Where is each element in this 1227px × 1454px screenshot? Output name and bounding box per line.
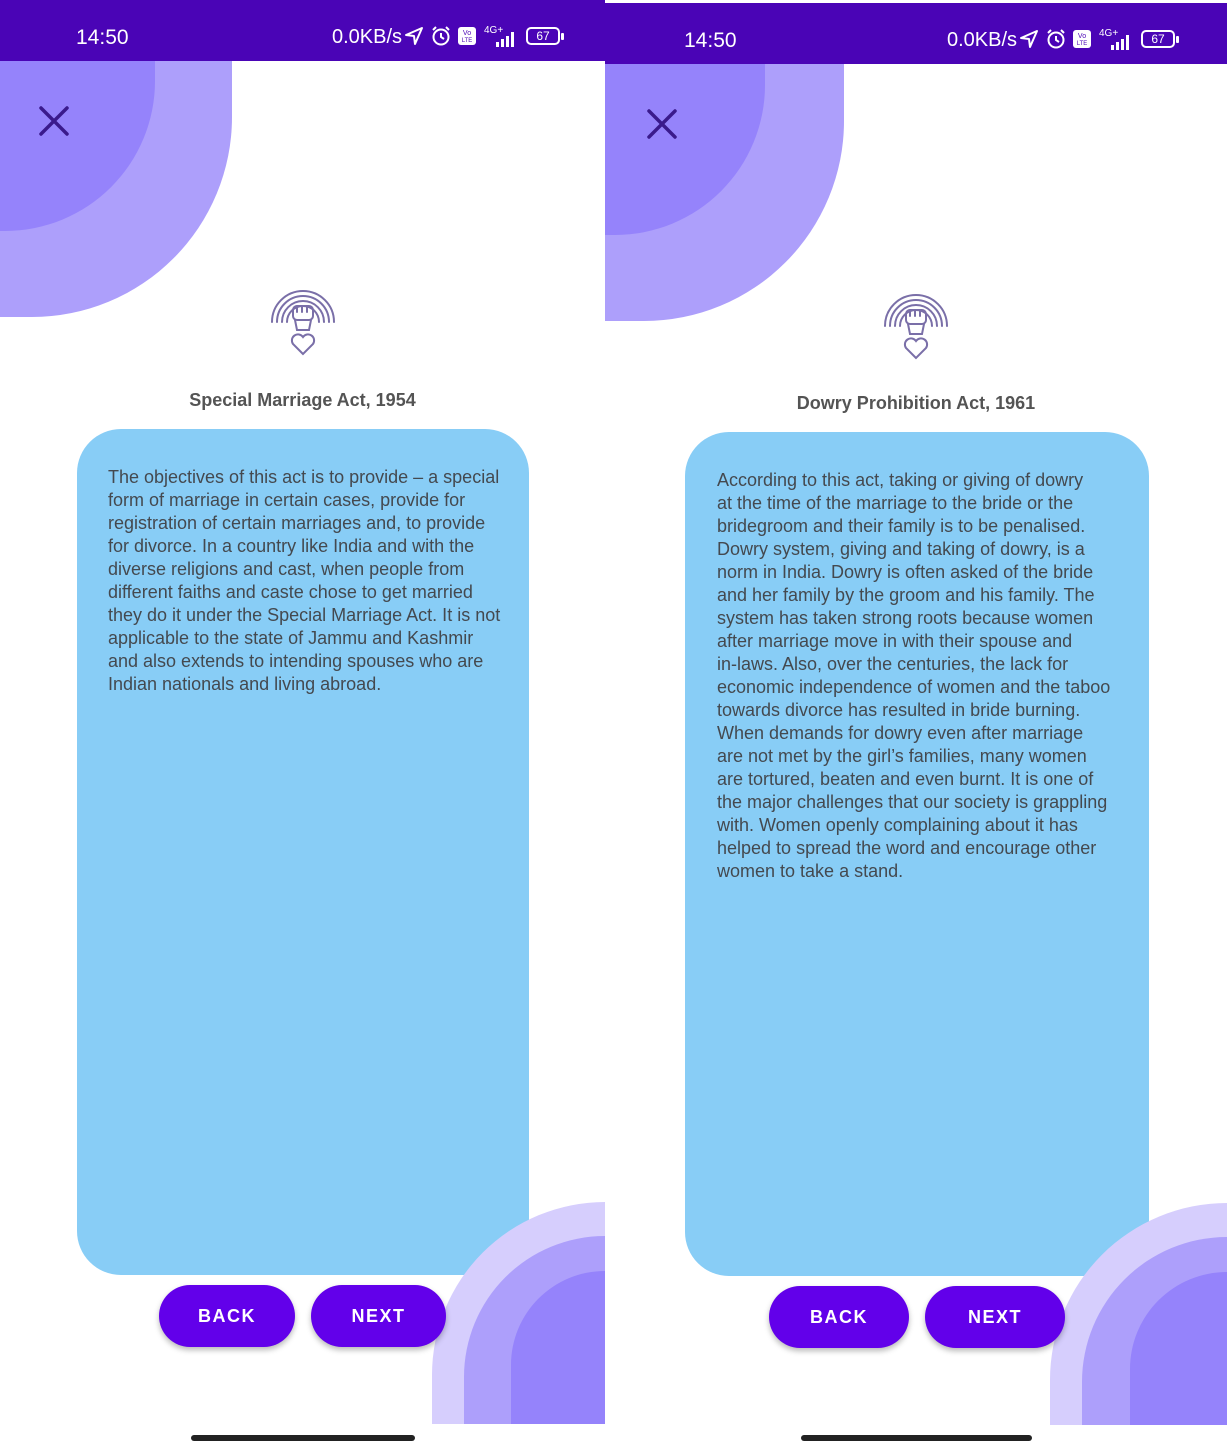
svg-text:Vo: Vo — [1078, 33, 1086, 40]
status-bar: 14:50 0.0KB/s Vo LTE 4G+ 67 — [0, 0, 605, 61]
home-indicator[interactable] — [191, 1435, 415, 1441]
page-title: Special Marriage Act, 1954 — [189, 390, 416, 410]
alarm-clock-icon — [1047, 29, 1065, 49]
fist-rainbow-heart-icon — [884, 294, 948, 360]
close-icon[interactable] — [36, 103, 72, 139]
status-net-rate: 0.0KB/s — [947, 29, 1018, 51]
volte-icon: VoLTE — [458, 27, 476, 45]
svg-text:LTE: LTE — [1077, 41, 1088, 47]
screen-dowry-prohibition-act: 14:50 0.0KB/s Vo LTE 4G+ 67 Dowry Prohib… — [605, 0, 1227, 1454]
next-button[interactable]: NEXT — [925, 1286, 1065, 1348]
location-arrow-icon — [405, 27, 423, 45]
battery-icon: 67 — [526, 27, 564, 45]
status-time: 14:50 — [76, 26, 129, 49]
home-indicator[interactable] — [801, 1435, 1032, 1441]
svg-text:LTE: LTE — [462, 38, 473, 44]
content-text: The objectives of this act is to provide… — [108, 467, 501, 694]
decorative-corner — [1050, 1203, 1227, 1425]
back-button[interactable]: BACK — [159, 1285, 295, 1347]
decorative-corner — [432, 1202, 605, 1424]
location-arrow-icon — [1020, 30, 1038, 48]
fist-rainbow-heart-icon — [271, 290, 335, 356]
status-bar: 14:50 0.0KB/s Vo LTE 4G+ 67 — [605, 3, 1227, 64]
svg-text:Vo: Vo — [463, 30, 471, 37]
page-title: Dowry Prohibition Act, 1961 — [796, 393, 1036, 413]
signal-4g-icon: 4G+ — [1099, 28, 1129, 50]
svg-text:4G+: 4G+ — [1099, 28, 1118, 39]
status-icons: Vo LTE 4G+ 67 — [1019, 25, 1179, 53]
close-icon[interactable] — [644, 106, 680, 142]
back-button[interactable]: BACK — [769, 1286, 909, 1348]
alarm-clock-icon — [432, 26, 450, 46]
battery-icon: 67 — [1141, 30, 1179, 48]
next-button[interactable]: NEXT — [311, 1285, 446, 1347]
svg-text:4G+: 4G+ — [484, 25, 503, 36]
content-text: According to this act, taking or giving … — [717, 470, 1111, 881]
content-card: The objectives of this act is to provide… — [77, 429, 529, 1275]
signal-4g-icon: 4G+ — [484, 25, 514, 47]
status-net-rate: 0.0KB/s — [332, 26, 403, 48]
status-icons: Vo LTE 4G+ 67 — [404, 22, 564, 50]
status-time: 14:50 — [684, 29, 737, 52]
volte-icon: VoLTE — [1073, 30, 1091, 48]
content-card: According to this act, taking or giving … — [685, 432, 1149, 1276]
screen-special-marriage-act: 14:50 0.0KB/s Vo LTE 4G+ 67 Special Marr… — [0, 0, 605, 1454]
